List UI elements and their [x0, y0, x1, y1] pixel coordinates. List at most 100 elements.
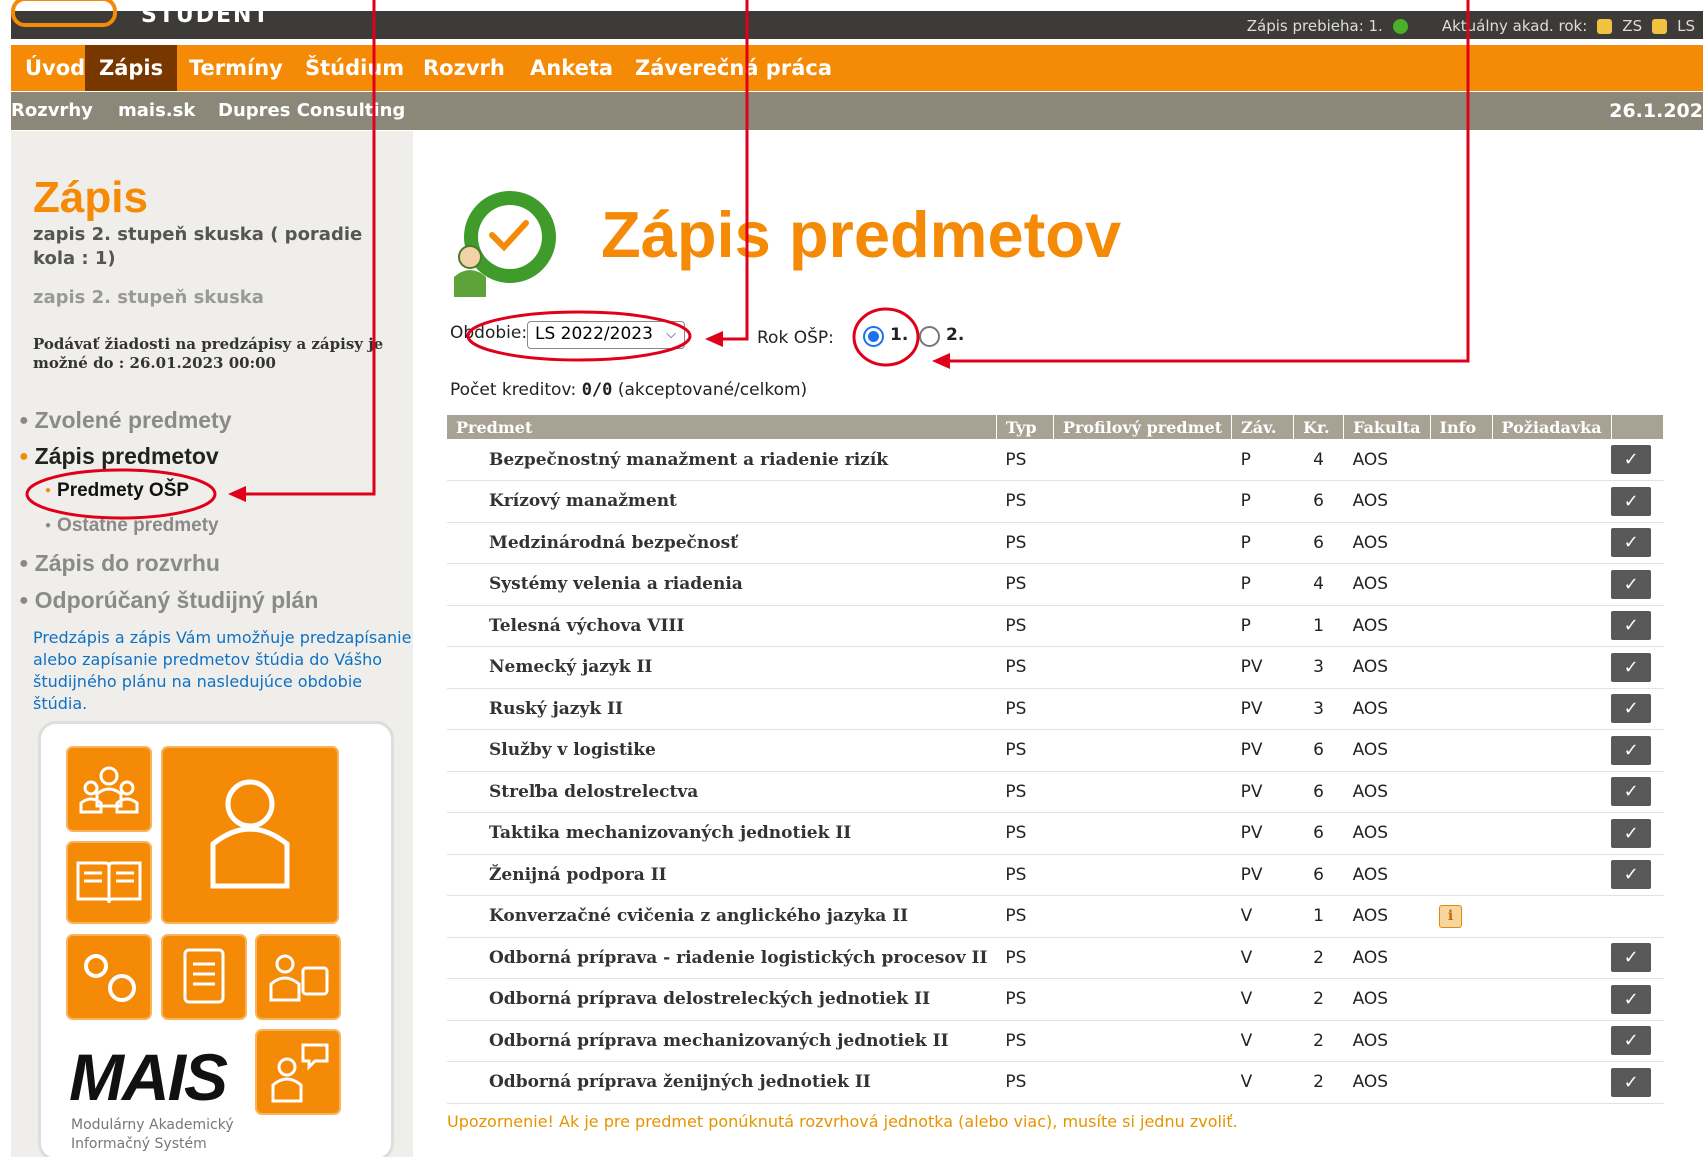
sidebar-subtitle-2: zapis 2. stupeň skuska: [33, 287, 264, 308]
check-icon[interactable]: ✓: [1611, 735, 1652, 765]
check-icon[interactable]: ✓: [1611, 984, 1652, 1014]
courses-table: Predmet Typ Profilový predmet Záv. Kr. F…: [447, 415, 1665, 1104]
check-icon[interactable]: ✓: [1611, 528, 1652, 558]
check-icon[interactable]: ✓: [1611, 860, 1652, 890]
course-faculty: AOS: [1343, 522, 1430, 564]
course-profile: [1053, 937, 1232, 979]
course-completion: PV: [1231, 729, 1294, 772]
check-icon[interactable]: ✓: [1611, 1026, 1652, 1056]
menu-item-zapis[interactable]: Zápis: [85, 45, 178, 91]
course-credits: 2: [1293, 1020, 1344, 1062]
check-icon[interactable]: ✓: [1611, 569, 1652, 599]
course-name[interactable]: Odborná príprava mechanizovaných jednoti…: [447, 1020, 997, 1062]
course-info: [1430, 771, 1492, 813]
course-completion: PV: [1231, 646, 1294, 689]
person-card-icon: [255, 934, 341, 1020]
table-row: Bezpečnostný manažment a riadenie rizík P…: [447, 439, 1664, 481]
check-icon[interactable]: ✓: [1611, 611, 1652, 641]
table-row: Odborná príprava ženijných jednotiek II P…: [447, 1061, 1664, 1104]
folder-icon[interactable]: [1652, 18, 1668, 34]
menu-item-studium[interactable]: Štúdium: [291, 45, 418, 91]
course-requirement: [1492, 895, 1612, 938]
course-credits: 3: [1293, 646, 1344, 689]
course-name[interactable]: Konverzačné cvičenia z anglického jazyka…: [447, 895, 997, 938]
check-icon[interactable]: ✓: [1611, 652, 1652, 682]
check-icon[interactable]: ✓: [1611, 943, 1652, 973]
table-row: Streľba delostrelectva PS PV 6 AOS ✓: [447, 771, 1664, 813]
course-profile: [1053, 522, 1232, 564]
semester-ls[interactable]: LS: [1677, 17, 1695, 35]
info-icon[interactable]: i: [1439, 904, 1462, 928]
menu-item-rozvrh[interactable]: Rozvrh: [409, 45, 519, 91]
menu-item-zaverecna-praca[interactable]: Záverečná práca: [621, 45, 846, 91]
course-type: PS: [996, 1061, 1054, 1104]
refresh-icon[interactable]: [1392, 18, 1408, 34]
people-icon: [66, 746, 152, 832]
course-name[interactable]: Odborná príprava ženijných jednotiek II: [447, 1061, 997, 1104]
nav-ostatne-predmety[interactable]: ● Ostatné predmety: [45, 515, 219, 537]
chevron-down-icon: ⌵: [666, 327, 676, 342]
col-fakulta[interactable]: Fakulta: [1343, 415, 1431, 439]
menu-item-anketa[interactable]: Anketa: [516, 45, 627, 91]
course-name[interactable]: Taktika mechanizovaných jednotiek II: [447, 812, 997, 855]
course-completion: PV: [1231, 688, 1294, 730]
check-icon[interactable]: ✓: [1611, 694, 1652, 724]
course-name[interactable]: Medzinárodná bezpečnosť: [447, 522, 997, 564]
course-type: PS: [996, 688, 1054, 730]
nav-zvolene-predmety[interactable]: ● Zvolené predmety: [19, 407, 232, 434]
table-row: Odborná príprava mechanizovaných jednoti…: [447, 1020, 1664, 1062]
col-profilovy[interactable]: Profilový predmet: [1053, 415, 1233, 439]
nav-odporucany-plan[interactable]: ● Odporúčaný študijný plán: [19, 587, 318, 614]
course-name[interactable]: Streľba delostrelectva: [447, 771, 997, 813]
course-name[interactable]: Ženijná podpora II: [447, 854, 997, 896]
check-icon[interactable]: ✓: [1611, 1067, 1652, 1097]
table-row: Medzinárodná bezpečnosť PS P 6 AOS ✓: [447, 522, 1664, 564]
course-type: PS: [996, 605, 1054, 647]
course-name[interactable]: Bezpečnostný manažment a riadenie rizík: [447, 439, 997, 481]
course-name[interactable]: Systémy velenia a riadenia: [447, 563, 997, 606]
col-predmet[interactable]: Predmet: [447, 415, 997, 439]
course-action: ✓: [1611, 439, 1664, 481]
course-name[interactable]: Odborná príprava delostreleckých jednoti…: [447, 978, 997, 1021]
course-action: ✓: [1611, 812, 1664, 855]
check-icon[interactable]: ✓: [1611, 486, 1652, 516]
course-completion: P: [1231, 605, 1294, 647]
table-header-row: Predmet Typ Profilový predmet Záv. Kr. F…: [447, 415, 1665, 439]
rok-radio-1[interactable]: [863, 326, 884, 347]
nav-zapis-do-rozvrhu[interactable]: ● Zápis do rozvrhu: [19, 550, 220, 577]
course-name[interactable]: Ruský jazyk II: [447, 688, 997, 730]
course-info: [1430, 812, 1492, 855]
course-completion: PV: [1231, 771, 1294, 813]
col-poziadavka[interactable]: Požiadavka: [1492, 415, 1612, 439]
check-icon[interactable]: ✓: [1611, 777, 1652, 807]
semester-zs[interactable]: ZS: [1622, 17, 1642, 35]
course-name[interactable]: Odborná príprava - riadenie logistických…: [447, 937, 997, 979]
course-name[interactable]: Nemecký jazyk II: [447, 646, 997, 689]
app-logo[interactable]: [11, 0, 117, 27]
course-info: i: [1430, 895, 1492, 938]
main-menu: Úvod Zápis Termíny Štúdium Rozvrh Anketa…: [11, 45, 1703, 91]
nav-predmety-osp[interactable]: ● Predmety OŠP: [45, 480, 189, 502]
course-completion: P: [1231, 522, 1294, 564]
check-icon[interactable]: ✓: [1611, 445, 1652, 474]
course-name[interactable]: Krízový manažment: [447, 480, 997, 523]
col-typ[interactable]: Typ: [996, 415, 1054, 439]
course-name[interactable]: Telesná výchova VIII: [447, 605, 997, 647]
folder-icon[interactable]: [1597, 18, 1613, 34]
submenu-item-mais[interactable]: mais.sk: [118, 92, 195, 130]
col-zav[interactable]: Záv.: [1231, 415, 1295, 439]
course-name[interactable]: Služby v logistike: [447, 729, 997, 772]
check-icon[interactable]: ✓: [1611, 818, 1652, 848]
submenu-item-rozvrhy[interactable]: Rozvrhy: [11, 92, 93, 130]
submenu-item-dupres[interactable]: Dupres Consulting: [218, 92, 405, 130]
menu-item-terminy[interactable]: Termíny: [175, 45, 297, 91]
course-info: [1430, 1061, 1492, 1104]
nav-zapis-predmetov[interactable]: ● Zápis predmetov: [19, 443, 219, 470]
rok-radio-2[interactable]: [919, 326, 940, 347]
course-requirement: [1492, 605, 1612, 647]
period-select[interactable]: LS 2022/2023 ⌵: [527, 321, 685, 349]
col-kr[interactable]: Kr.: [1293, 415, 1345, 439]
col-info[interactable]: Info: [1430, 415, 1493, 439]
course-info: [1430, 605, 1492, 647]
course-type: PS: [996, 646, 1054, 689]
